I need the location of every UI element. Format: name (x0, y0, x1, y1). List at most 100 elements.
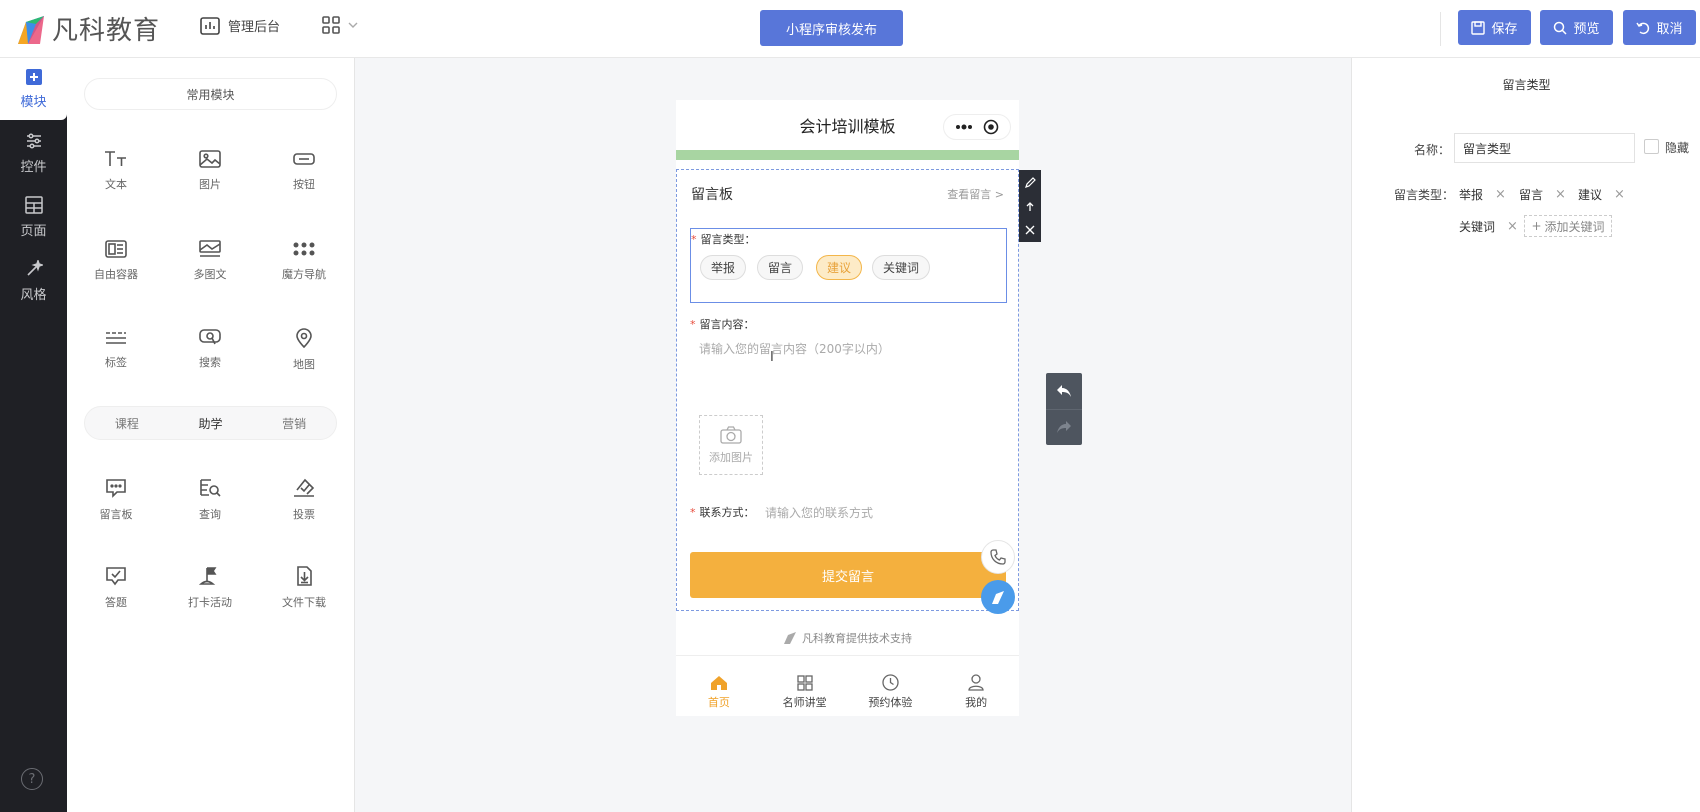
message-content-input[interactable]: 请输入您的留言内容（200字以内） (699, 340, 890, 357)
redo-button[interactable] (1046, 408, 1082, 446)
module-free-container[interactable]: 自由容器 (76, 240, 156, 300)
phone-icon (990, 549, 1006, 565)
tag-lines-icon (106, 332, 126, 344)
map-pin-icon (296, 328, 312, 348)
module-tag[interactable]: 标签 (76, 328, 156, 388)
apps-menu[interactable] (322, 16, 366, 34)
brand-logo[interactable]: 凡科教育 (14, 10, 160, 47)
flag-icon (199, 567, 217, 585)
search-box-icon (199, 329, 221, 345)
nav-home[interactable]: 首页 (676, 668, 762, 716)
move-up-icon[interactable] (1025, 201, 1035, 212)
module-query[interactable]: 查询 (170, 478, 250, 538)
module-file-download[interactable]: 文件下载 (264, 566, 344, 626)
module-multi-article[interactable]: 多图文 (170, 240, 250, 300)
label-text: 留言类型： (700, 233, 756, 246)
add-keyword-label: 添加关键词 (1544, 219, 1605, 234)
module-cube-nav[interactable]: 魔方导航 (264, 240, 344, 300)
module-label: 自由容器 (94, 268, 138, 281)
mini-program-capsule[interactable] (943, 114, 1011, 140)
rail-item-style[interactable]: 风格 (0, 250, 67, 312)
type-tag-label: 举报 (1459, 188, 1484, 202)
chevron-down-icon (348, 22, 358, 28)
rail-item-modules[interactable]: 模块 (0, 58, 67, 120)
contact-input[interactable]: 请输入您的联系方式 (765, 504, 873, 521)
history-panel (1046, 373, 1082, 445)
support-text: 凡科教育提供技术支持 (802, 631, 912, 645)
remove-tag-icon[interactable]: × (1555, 187, 1566, 202)
chip-keyword[interactable]: 关键词 (872, 255, 931, 280)
remove-tag-icon[interactable]: × (1495, 187, 1506, 202)
module-checkin[interactable]: 打卡活动 (170, 566, 250, 626)
hide-label: 隐藏 (1665, 141, 1690, 155)
module-map[interactable]: 地图 (264, 328, 344, 388)
type-tag: 关键词 × (1459, 218, 1518, 235)
module-vote[interactable]: 投票 (264, 478, 344, 538)
redo-icon (1057, 421, 1071, 434)
view-messages-link[interactable]: 查看留言 > (947, 186, 1004, 202)
edit-icon[interactable] (1024, 176, 1036, 188)
chip-message[interactable]: 留言 (757, 255, 804, 280)
nav-mine[interactable]: 我的 (933, 668, 1019, 716)
name-input[interactable]: 留言类型 (1454, 133, 1635, 163)
module-button[interactable]: 按钮 (264, 150, 344, 210)
add-image-label: 添加图片 (709, 450, 753, 464)
call-button[interactable] (981, 540, 1015, 574)
add-keyword-button[interactable]: + 添加关键词 (1524, 215, 1612, 237)
remove-tag-icon[interactable]: × (1614, 187, 1625, 202)
logo-icon (18, 15, 44, 44)
publish-button[interactable]: 小程序审核发布 (760, 10, 903, 46)
module-search[interactable]: 搜索 (170, 328, 250, 388)
remove-tag-icon[interactable]: × (1507, 219, 1518, 234)
image-text-icon (199, 240, 221, 257)
close-target-icon (983, 119, 999, 135)
rail-label: 控件 (20, 159, 47, 175)
chip-suggestion[interactable]: 建议 (816, 255, 863, 280)
admin-link[interactable]: 管理后台 (200, 16, 280, 35)
module-label: 查询 (199, 508, 221, 521)
message-board-block[interactable]: 留言板 查看留言 > * 留言类型： 举报 留言 建议 关键词 * 留言内容： 请输… (676, 169, 1019, 614)
undo-button[interactable] (1046, 373, 1082, 409)
button-icon (293, 153, 315, 165)
cancel-button[interactable]: 取消 (1623, 10, 1696, 45)
module-image[interactable]: 图片 (170, 150, 250, 210)
close-icon[interactable] (1025, 225, 1035, 235)
module-label: 投票 (293, 508, 315, 521)
phone-preview: 会计培训模板 留言板 查看留言 > * 留言类型： 举报 留言 建议 关键词 * 留… (676, 100, 1019, 716)
rail-item-controls[interactable]: 控件 (0, 122, 67, 184)
text-cursor-icon: I (770, 350, 774, 365)
message-type-field[interactable]: * 留言类型： 举报 留言 建议 关键词 (690, 228, 1007, 303)
type-tag-label: 留言 (1519, 188, 1544, 202)
module-quiz[interactable]: 答题 (76, 566, 156, 626)
contact-label: * 联系方式： (690, 504, 755, 520)
chip-report[interactable]: 举报 (700, 255, 747, 280)
module-tabs: 课程 助学 营销 (84, 406, 337, 440)
hide-checkbox[interactable] (1644, 139, 1659, 154)
required-mark: * (691, 233, 697, 246)
nav-lectures[interactable]: 名师讲堂 (762, 668, 848, 716)
toolbar-divider (1440, 12, 1441, 46)
module-label: 文件下载 (282, 596, 326, 609)
tab-course[interactable]: 课程 (85, 407, 169, 439)
rail-label: 模块 (20, 94, 47, 110)
tab-study[interactable]: 助学 (169, 407, 253, 439)
types-label: 留言类型： (1394, 188, 1455, 202)
module-label: 按钮 (293, 178, 315, 191)
tab-marketing[interactable]: 营销 (252, 407, 336, 439)
module-text[interactable]: 文本 (76, 150, 156, 210)
brand-mark-icon (992, 591, 1004, 604)
module-label: 答题 (105, 596, 127, 609)
brand-float-button[interactable] (981, 580, 1015, 614)
submit-message-button[interactable]: 提交留言 (690, 552, 1006, 598)
preview-button[interactable]: 预览 (1540, 10, 1613, 45)
message-content-label: * 留言内容： (690, 316, 755, 332)
add-image-button[interactable]: 添加图片 (699, 415, 763, 475)
magic-wand-icon (26, 259, 43, 276)
save-button[interactable]: 保存 (1458, 10, 1531, 45)
rail-item-pages[interactable]: 页面 (0, 186, 67, 248)
module-label: 图片 (199, 178, 221, 191)
nav-booking[interactable]: 预约体验 (848, 668, 934, 716)
tech-support: 凡科教育提供技术支持 (676, 620, 1019, 656)
module-message-board[interactable]: 留言板 (76, 478, 156, 538)
help-icon[interactable]: ? (21, 768, 43, 790)
